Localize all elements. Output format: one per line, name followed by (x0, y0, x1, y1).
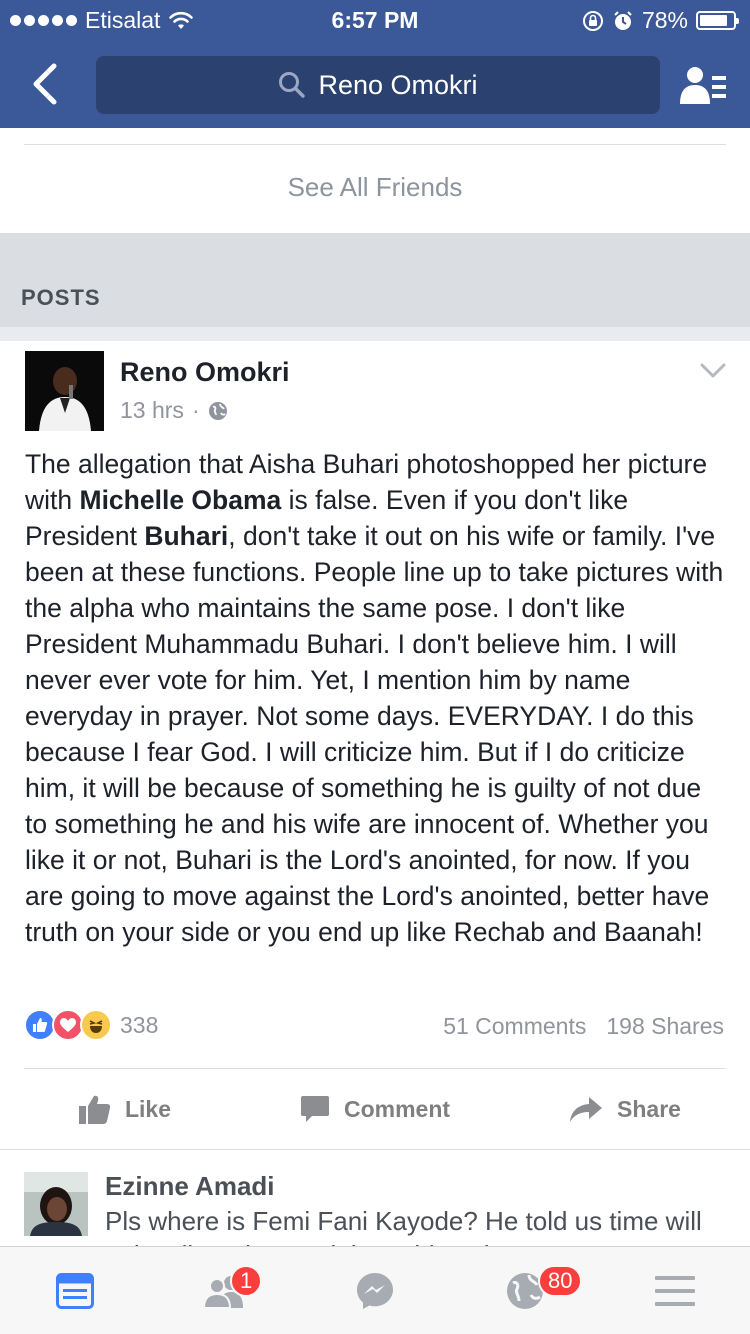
engagement-counts: 51 Comments 198 Shares (443, 1013, 724, 1040)
news-feed-icon (56, 1272, 94, 1309)
status-bar: Etisalat 6:57 PM 78% (0, 0, 750, 40)
tab-friend-requests[interactable]: 1 (150, 1247, 300, 1334)
messenger-icon (357, 1272, 393, 1309)
author-avatar[interactable] (25, 351, 104, 431)
posts-section-header: POSTS (0, 233, 750, 327)
alarm-icon (614, 10, 632, 30)
share-arrow-icon (570, 1097, 603, 1122)
comment-preview[interactable]: Ezinne Amadi Pls where is Femi Fani Kayo… (0, 1150, 750, 1246)
like-label: Like (124, 1095, 172, 1122)
notifications-badge: 80 (538, 1265, 583, 1297)
like-button[interactable]: Like (0, 1069, 250, 1149)
comment-button[interactable]: Comment (250, 1069, 500, 1149)
comment-label: Comment (343, 1095, 451, 1122)
post-time[interactable]: 13 hrs (120, 397, 184, 424)
comment-icon (300, 1096, 329, 1122)
share-label: Share (617, 1095, 681, 1122)
tab-menu[interactable] (600, 1247, 750, 1334)
post-text-bold[interactable]: Michelle Obama (80, 485, 282, 515)
friend-list-icon[interactable] (678, 64, 728, 106)
reaction-count: 338 (120, 1011, 159, 1038)
tab-messenger[interactable] (300, 1247, 450, 1334)
see-all-friends-link[interactable]: See All Friends (0, 172, 750, 203)
search-icon (279, 72, 306, 98)
globe-icon (208, 401, 227, 420)
post-text-bold[interactable]: Buhari (144, 521, 228, 551)
posts-header-label: POSTS (21, 285, 101, 310)
post-text-part: , don't take it out on his wife or famil… (25, 521, 724, 947)
divider (24, 144, 726, 145)
share-button[interactable]: Share (500, 1069, 750, 1149)
commenter-avatar[interactable] (24, 1172, 88, 1236)
tab-notifications[interactable]: 80 (450, 1247, 600, 1334)
comment-text: Pls where is Femi Fani Kayode? He told u… (105, 1206, 702, 1246)
status-right: 78% (582, 7, 739, 34)
battery-icon (696, 11, 739, 30)
battery-percent: 78% (641, 7, 688, 33)
commenter-name[interactable]: Ezinne Amadi (105, 1171, 275, 1202)
reactions-summary[interactable]: 338 (24, 1009, 158, 1041)
top-bar: Etisalat 6:57 PM 78% Reno Omokri (0, 0, 750, 128)
haha-reaction-icon (80, 1009, 112, 1041)
menu-icon (655, 1275, 695, 1306)
tab-news-feed[interactable] (0, 1247, 150, 1334)
search-field[interactable]: Reno Omokri (96, 56, 660, 114)
meta-separator: · (191, 397, 200, 423)
bottom-tab-bar: 1 80 (0, 1246, 750, 1334)
thumbs-up-icon (78, 1095, 111, 1124)
orientation-lock-icon (582, 10, 603, 31)
section-gap (0, 327, 750, 341)
shares-count[interactable]: 198 Shares (606, 1013, 724, 1040)
friend-requests-badge: 1 (230, 1265, 263, 1297)
chevron-left-icon[interactable] (28, 62, 68, 106)
post-options-chevron-icon[interactable] (700, 363, 726, 379)
post-author-name[interactable]: Reno Omokri (120, 357, 290, 388)
search-text: Reno Omokri (318, 69, 478, 100)
post-body-text: The allegation that Aisha Buhari photosh… (25, 446, 730, 950)
friends-section: See All Friends (0, 128, 750, 233)
post-meta: 13 hrs · (120, 397, 228, 424)
post-card: Reno Omokri 13 hrs · The allegation that… (0, 341, 750, 1149)
comments-count[interactable]: 51 Comments (443, 1013, 586, 1040)
post-actions: Like Comment Share (0, 1069, 750, 1149)
